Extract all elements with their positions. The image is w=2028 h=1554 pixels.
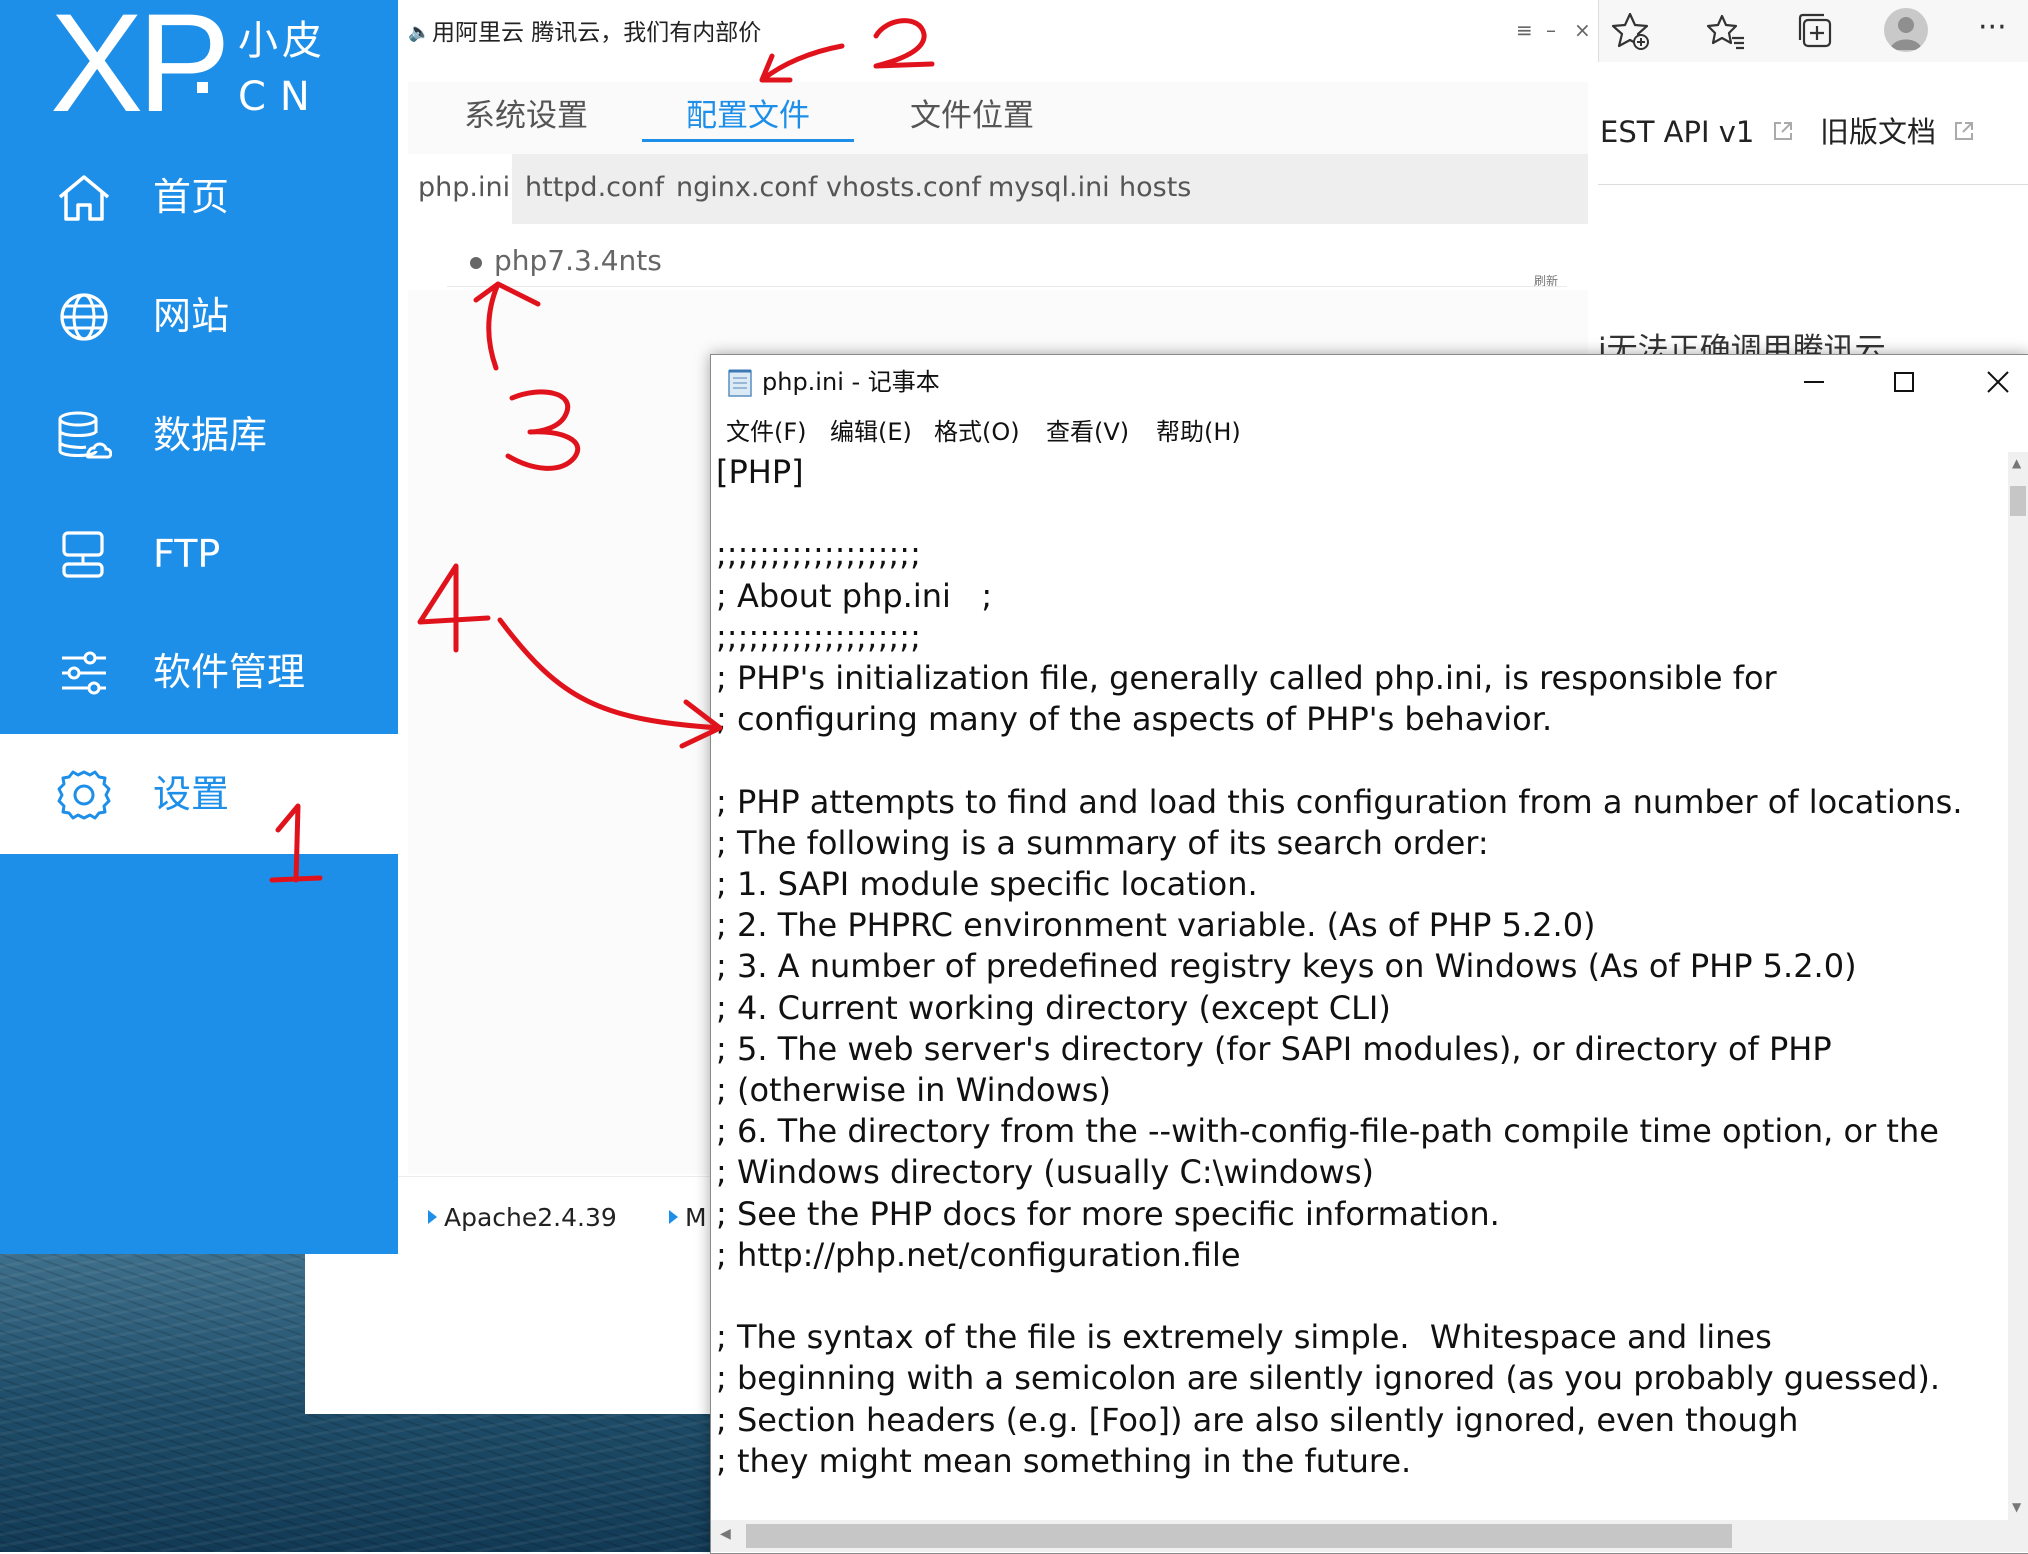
play-icon — [428, 1210, 437, 1224]
config-tab-nginx-conf[interactable]: nginx.conf — [676, 168, 817, 208]
notepad-text-area[interactable]: [PHP] ;;;;;;;;;;;;;;;;;;; ; About php.in… — [716, 452, 2006, 1518]
horizontal-scroll-thumb[interactable] — [746, 1524, 1732, 1548]
menu-help[interactable]: 帮助(H) — [1156, 414, 1241, 450]
ftp-icon — [62, 531, 104, 578]
gear-icon — [57, 770, 111, 820]
nav-label-ftp: FTP — [153, 532, 221, 576]
logo-dot — [197, 82, 208, 93]
logo-cn-top: 小皮 — [238, 18, 326, 64]
menu-icon[interactable]: ≡ — [1516, 18, 1533, 42]
nav-link-rest-api[interactable]: EST API v1 — [1600, 112, 1794, 152]
nav-item-website[interactable]: 网站 — [0, 256, 398, 376]
globe-icon — [60, 293, 108, 341]
php-ini-content[interactable]: [PHP] ;;;;;;;;;;;;;;;;;;; ; About php.in… — [716, 452, 2006, 1482]
nav-label-home: 首页 — [153, 175, 230, 219]
nav-item-settings[interactable]: 设置 — [0, 734, 398, 854]
speaker-icon: 🔈 — [408, 22, 431, 43]
favorite-add-icon[interactable] — [1608, 8, 1654, 54]
notepad-title: php.ini - 记事本 — [762, 368, 940, 396]
tab-file-location[interactable]: 文件位置 — [910, 92, 1034, 140]
config-tab-hosts[interactable]: hosts — [1119, 168, 1191, 208]
vertical-scrollbar[interactable] — [2008, 452, 2028, 1520]
scroll-up-icon[interactable]: ▲ — [2012, 456, 2021, 470]
minimize-button[interactable]: – — [1546, 18, 1556, 42]
divider — [1598, 184, 2028, 185]
menu-file[interactable]: 文件(F) — [726, 414, 807, 450]
nav-item-database[interactable]: 数据库 — [0, 375, 398, 495]
external-link-icon — [1955, 122, 1974, 140]
database-icon — [58, 411, 112, 459]
menu-format[interactable]: 格式(O) — [934, 414, 1020, 450]
nav-item-software[interactable]: 软件管理 — [0, 612, 398, 732]
close-button[interactable] — [1978, 362, 2018, 402]
home-icon — [58, 175, 110, 221]
minimize-button[interactable] — [1794, 362, 1834, 402]
nav-label-database: 数据库 — [153, 413, 268, 457]
nav-item-home[interactable]: 首页 — [0, 137, 398, 257]
nav-label-website: 网站 — [153, 294, 230, 338]
divider — [447, 286, 1567, 287]
scroll-left-icon[interactable]: ◀ — [720, 1526, 731, 1542]
logo-cn-bottom: CN — [238, 74, 324, 120]
nav-link-rest-api-label: EST API v1 — [1600, 115, 1755, 149]
favorites-icon[interactable] — [1702, 8, 1748, 54]
service-apache[interactable]: Apache2.4.39 — [444, 1200, 617, 1236]
php-version-item[interactable]: php7.3.4nts — [494, 240, 662, 282]
close-button[interactable]: × — [1574, 18, 1591, 42]
user-icon — [1890, 17, 1922, 50]
notepad-icon — [728, 369, 752, 397]
collections-icon[interactable] — [1792, 8, 1838, 54]
tab-system-settings[interactable]: 系统设置 — [464, 92, 588, 140]
config-tab-httpd-conf[interactable]: httpd.conf — [525, 168, 664, 208]
config-tab-php-ini[interactable]: php.ini — [418, 168, 510, 208]
nav-item-ftp[interactable]: FTP — [0, 494, 398, 614]
nav-label-software: 软件管理 — [153, 650, 306, 694]
ad-banner-text[interactable]: 用阿里云 腾讯云，我们有内部价 — [432, 16, 761, 50]
config-tab-vhosts-conf[interactable]: vhosts.conf — [826, 168, 981, 208]
xp-sidebar: XP 小皮 CN 首页 网站 数据库 FTP 软件管理 设置 — [0, 0, 398, 1254]
config-tab-mysql-ini[interactable]: mysql.ini — [988, 168, 1110, 208]
menu-view[interactable]: 查看(V) — [1046, 414, 1129, 450]
background-window-fragment — [305, 1252, 715, 1414]
nav-link-old-docs[interactable]: 旧版文档 — [1820, 112, 1975, 152]
nav-label-settings: 设置 — [153, 772, 230, 816]
play-icon — [669, 1210, 678, 1224]
logo-xp: XP — [50, 0, 231, 141]
service-mysql[interactable]: M — [685, 1200, 707, 1236]
nav-link-old-docs-label: 旧版文档 — [1820, 115, 1937, 149]
sliders-icon — [62, 651, 106, 695]
profile-avatar[interactable] — [1884, 8, 1928, 52]
version-bullet — [470, 257, 482, 269]
vertical-scroll-thumb[interactable] — [2010, 486, 2026, 516]
menu-edit[interactable]: 编辑(E) — [830, 414, 912, 450]
active-tab-indicator — [642, 139, 854, 142]
more-icon[interactable]: ··· — [1978, 10, 2007, 45]
external-link-icon — [1773, 122, 1792, 140]
maximize-button[interactable] — [1884, 362, 1924, 402]
scroll-down-icon[interactable]: ▼ — [2012, 1500, 2021, 1514]
tab-config-files[interactable]: 配置文件 — [686, 92, 810, 140]
